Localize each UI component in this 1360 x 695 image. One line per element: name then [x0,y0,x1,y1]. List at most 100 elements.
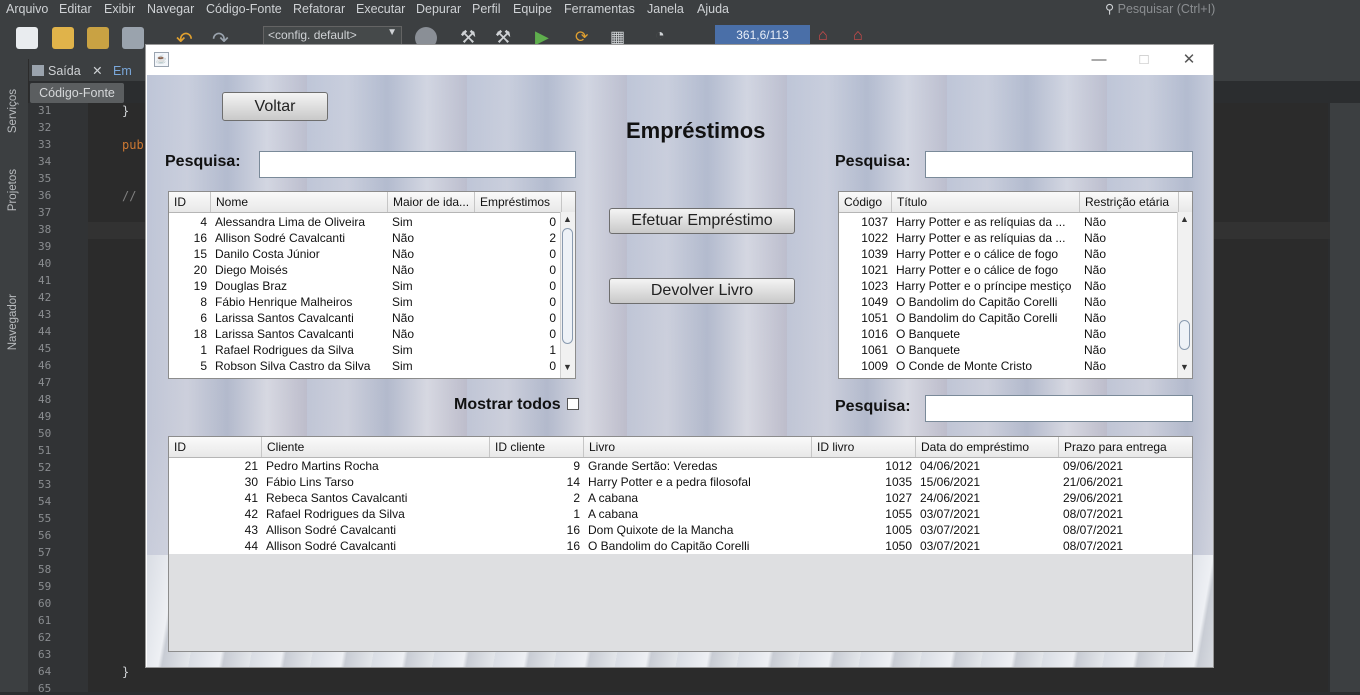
tab-source[interactable]: Código-Fonte [30,83,124,103]
close-button[interactable]: ✕ [1179,50,1199,70]
lend-button[interactable]: Efetuar Empréstimo [609,208,795,234]
column-header[interactable]: Código [839,192,892,212]
editor-scrollbar[interactable] [1330,103,1360,692]
loans-table[interactable]: ID Cliente ID cliente Livro ID livro Dat… [168,436,1193,652]
ide-search-input[interactable]: ⚲ Pesquisar (Ctrl+I) [1105,1,1355,18]
client-search-input[interactable] [259,151,576,178]
clients-scrollbar[interactable]: ▲ ▼ [560,212,575,378]
table-row[interactable]: 16 Allison Sodré Cavalcanti Não 2 [169,230,575,246]
table-row[interactable]: 19 Douglas Braz Sim 0 [169,278,575,294]
table-row[interactable]: 1037 Harry Potter e as relíquias da ... Nã… [839,214,1192,230]
new-project-icon[interactable] [52,27,74,49]
new-file-icon[interactable] [16,27,38,49]
table-cell: Harry Potter e as relíquias da ... [896,215,1066,229]
column-header[interactable]: Livro [584,437,812,457]
sidebar-navigator[interactable]: Navegador [7,294,19,350]
books-table[interactable]: Código Título Restrição etária 1037 Harry… [838,191,1193,379]
tab-editor[interactable]: Em [113,61,132,81]
table-row[interactable]: 6 Larissa Santos Cavalcanti Não 0 [169,310,575,326]
sidebar-projects[interactable]: Projetos [7,169,19,211]
sidebar-services[interactable]: Serviços [7,89,19,133]
save-all-icon[interactable] [122,27,144,49]
table-row[interactable]: 1023 Harry Potter e o príncipe mestiço Não [839,278,1192,294]
menu-item[interactable]: Navegar [147,2,194,16]
close-icon[interactable]: ✕ [92,64,102,78]
maximize-button[interactable]: □ [1134,50,1154,70]
config-select[interactable]: <config. default> ▼ [263,26,402,45]
code-comment: // [122,189,137,203]
table-row[interactable]: 5 Robson Silva Castro da Silva Sim 0 [169,358,575,374]
column-header[interactable]: ID [169,192,211,212]
table-cell: 08/07/2021 [1063,507,1124,521]
table-row[interactable]: 20 Diego Moisés Não 0 [169,262,575,278]
scroll-up-icon[interactable]: ▲ [1180,214,1189,224]
table-cell: 03/07/2021 [920,507,981,521]
table-row[interactable]: 44 Allison Sodré Cavalcanti 16 O Bandolim d… [169,538,1192,554]
menu-item[interactable]: Código-Fonte [206,2,282,16]
minimize-button[interactable]: — [1089,50,1109,70]
column-header[interactable]: Maior de ida... [388,192,475,212]
menu-item[interactable]: Depurar [416,2,461,16]
memory-indicator[interactable]: 361,6/113 [715,25,810,45]
table-row[interactable]: 41 Rebeca Santos Cavalcanti 2 A cabana 1027 2… [169,490,1192,506]
open-project-icon[interactable] [87,27,109,49]
table-row[interactable]: 1016 O Banquete Não [839,326,1192,342]
back-button[interactable]: Voltar [222,92,328,121]
table-cell: 0 [549,247,556,261]
return-book-button[interactable]: Devolver Livro [609,278,795,304]
table-row[interactable]: 1 Rafael Rodrigues da Silva Sim 1 [169,342,575,358]
column-header[interactable]: Prazo para entrega [1059,437,1192,457]
menu-item[interactable]: Exibir [104,2,135,16]
column-header[interactable]: ID livro [812,437,916,457]
line-number: 36 [38,189,52,202]
scroll-down-icon[interactable]: ▼ [1180,362,1189,372]
column-header[interactable]: Cliente [262,437,490,457]
table-row[interactable]: 15 Danilo Costa Júnior Não 0 [169,246,575,262]
table-row[interactable]: 1051 O Bandolim do Capitão Corelli Não [839,310,1192,326]
tab-output[interactable]: Saída ✕ [32,61,103,81]
table-row[interactable]: 21 Pedro Martins Rocha 9 Grande Sertão: Ver… [169,458,1192,474]
table-row[interactable]: 4 Alessandra Lima de Oliveira Sim 0 [169,214,575,230]
table-row[interactable]: 1061 O Banquete Não [839,342,1192,358]
loan-search-input[interactable] [925,395,1193,422]
table-row[interactable]: 1009 O Conde de Monte Cristo Não [839,358,1192,374]
scroll-down-icon[interactable]: ▼ [563,362,572,372]
table-row[interactable]: 18 Larissa Santos Cavalcanti Não 0 [169,326,575,342]
table-cell: Harry Potter e a pedra filosofal [588,475,751,489]
table-row[interactable]: 43 Allison Sodré Cavalcanti 16 Dom Quixote … [169,522,1192,538]
column-header[interactable]: Título [892,192,1080,212]
table-row[interactable]: 1039 Harry Potter e o cálice de fogo Não [839,246,1192,262]
show-all-checkbox[interactable] [567,398,579,410]
menu-item[interactable]: Ferramentas [564,2,635,16]
table-cell: Diego Moisés [215,263,288,277]
menu-item[interactable]: Equipe [513,2,552,16]
table-cell: Pedro Martins Rocha [266,459,379,473]
clients-table[interactable]: ID Nome Maior de ida... Empréstimos 4 Ale… [168,191,576,379]
books-scrollbar[interactable]: ▲ ▼ [1177,212,1192,378]
menu-item[interactable]: Refatorar [293,2,345,16]
column-header[interactable]: Data do empréstimo [916,437,1059,457]
menu-item[interactable]: Executar [356,2,405,16]
table-cell: 1021 [861,263,888,277]
column-header[interactable]: Empréstimos [475,192,562,212]
table-row[interactable]: 1021 Harry Potter e o cálice de fogo Não [839,262,1192,278]
menu-item[interactable]: Editar [59,2,92,16]
scroll-up-icon[interactable]: ▲ [563,214,572,224]
column-header[interactable]: ID [169,437,262,457]
column-header[interactable]: Restrição etária [1080,192,1179,212]
menu-item[interactable]: Ajuda [697,2,729,16]
menu-item[interactable]: Arquivo [6,2,48,16]
scroll-thumb[interactable] [562,228,573,344]
table-row[interactable]: 1022 Harry Potter e as relíquias da ... Nã… [839,230,1192,246]
menu-item[interactable]: Janela [647,2,684,16]
table-row[interactable]: 8 Fábio Henrique Malheiros Sim 0 [169,294,575,310]
book-search-input[interactable] [925,151,1193,178]
table-cell: 1 [549,343,556,357]
column-header[interactable]: ID cliente [490,437,584,457]
column-header[interactable]: Nome [211,192,388,212]
table-row[interactable]: 42 Rafael Rodrigues da Silva 1 A cabana 1055… [169,506,1192,522]
scroll-thumb[interactable] [1179,320,1190,350]
table-row[interactable]: 30 Fábio Lins Tarso 14 Harry Potter e a ped… [169,474,1192,490]
table-row[interactable]: 1049 O Bandolim do Capitão Corelli Não [839,294,1192,310]
menu-item[interactable]: Perfil [472,2,500,16]
